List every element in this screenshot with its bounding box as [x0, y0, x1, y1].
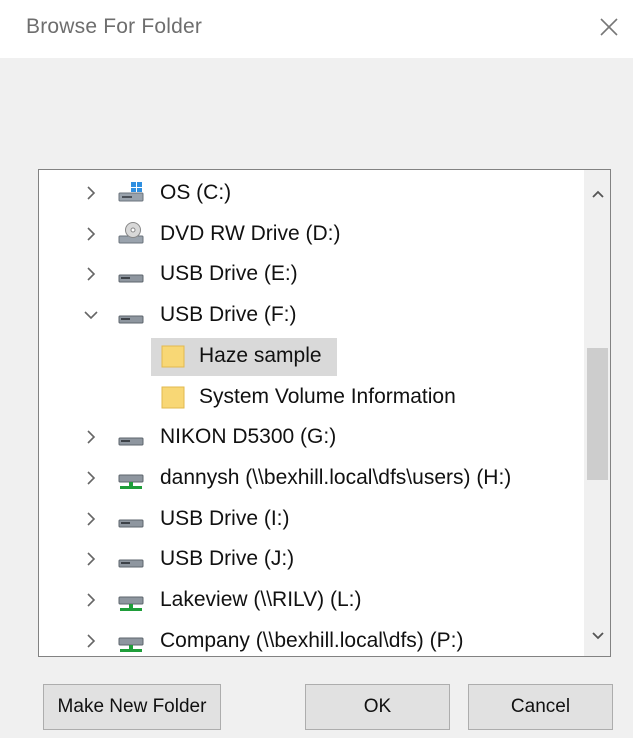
scroll-up-icon[interactable] [588, 184, 608, 204]
usb-drive-icon [117, 506, 145, 532]
scrollbar-thumb[interactable] [587, 348, 608, 480]
ok-button[interactable]: OK [305, 684, 450, 730]
tree-item-drive[interactable]: dannysh (\\bexhill.local\dfs\users) (H:) [39, 458, 584, 498]
chevron-right-icon[interactable] [81, 224, 101, 244]
network-drive-icon [117, 628, 145, 654]
chevron-right-icon[interactable] [81, 590, 101, 610]
browse-for-folder-dialog: Browse For Folder OS (C:) DVD RW Drive (… [0, 0, 633, 738]
usb-drive-icon [117, 261, 145, 287]
tree-item-label: USB Drive (J:) [160, 547, 295, 571]
tree-item-drive[interactable]: DVD RW Drive (D:) [39, 214, 584, 254]
chevron-right-icon[interactable] [81, 631, 101, 651]
chevron-right-icon[interactable] [81, 549, 101, 569]
tree-item-label: Lakeview (\\RILV) (L:) [160, 588, 362, 611]
tree-item-label: NIKON D5300 (G:) [160, 425, 337, 449]
tree-item-label: Haze sample [193, 343, 328, 368]
cancel-button[interactable]: Cancel [468, 684, 613, 730]
tree-item-label: Company (\\bexhill.local\dfs) (P:) [160, 628, 464, 652]
scroll-down-icon[interactable] [588, 625, 608, 645]
make-new-folder-button[interactable]: Make New Folder [43, 684, 221, 730]
close-icon[interactable] [596, 14, 622, 40]
tree-item-label: USB Drive (E:) [160, 262, 298, 286]
chevron-right-icon[interactable] [81, 509, 101, 529]
folder-tree[interactable]: OS (C:) DVD RW Drive (D:) USB Drive (E:)… [38, 169, 611, 657]
tree-item-drive[interactable]: Lakeview (\\RILV) (L:) [39, 580, 584, 620]
tree-item-drive[interactable]: USB Drive (I:) [39, 499, 584, 539]
chevron-down-icon[interactable] [81, 305, 101, 325]
folder-icon [159, 343, 187, 369]
usb-drive-icon [117, 546, 145, 572]
tree-item-label: USB Drive (F:) [160, 303, 297, 327]
tree-item-label: DVD RW Drive (D:) [160, 221, 341, 245]
os-drive-icon [117, 180, 145, 206]
tree-item-label: System Volume Information [199, 384, 456, 408]
network-drive-icon [117, 465, 145, 491]
tree-item-drive[interactable]: USB Drive (F:) [39, 295, 584, 335]
folder-icon [159, 384, 187, 410]
tree-item-folder[interactable]: System Volume Information [39, 377, 584, 417]
chevron-right-icon[interactable] [81, 468, 101, 488]
tree-item-drive[interactable]: USB Drive (J:) [39, 539, 584, 579]
chevron-right-icon[interactable] [81, 264, 101, 284]
tree-item-label: USB Drive (I:) [160, 506, 290, 530]
tree-item-drive[interactable]: Company (\\bexhill.local\dfs) (P:) [39, 621, 584, 656]
tree-item-drive[interactable]: USB Drive (E:) [39, 254, 584, 294]
usb-drive-icon [117, 302, 145, 328]
tree-item-drive[interactable]: OS (C:) [39, 173, 584, 213]
vertical-scrollbar[interactable] [584, 170, 610, 656]
chevron-right-icon[interactable] [81, 183, 101, 203]
tree-item-folder[interactable]: Haze sample [39, 336, 584, 376]
usb-drive-icon [117, 424, 145, 450]
dialog-title: Browse For Folder [26, 15, 203, 38]
tree-item-label: OS (C:) [160, 181, 232, 204]
tree-item-label: dannysh (\\bexhill.local\dfs\users) (H:) [160, 465, 512, 489]
tree-item-drive[interactable]: NIKON D5300 (G:) [39, 417, 584, 457]
instruction-text [38, 100, 598, 124]
network-drive-icon [117, 587, 145, 613]
dvd-drive-icon [117, 221, 145, 247]
chevron-right-icon[interactable] [81, 427, 101, 447]
title-bar: Browse For Folder [0, 0, 633, 58]
